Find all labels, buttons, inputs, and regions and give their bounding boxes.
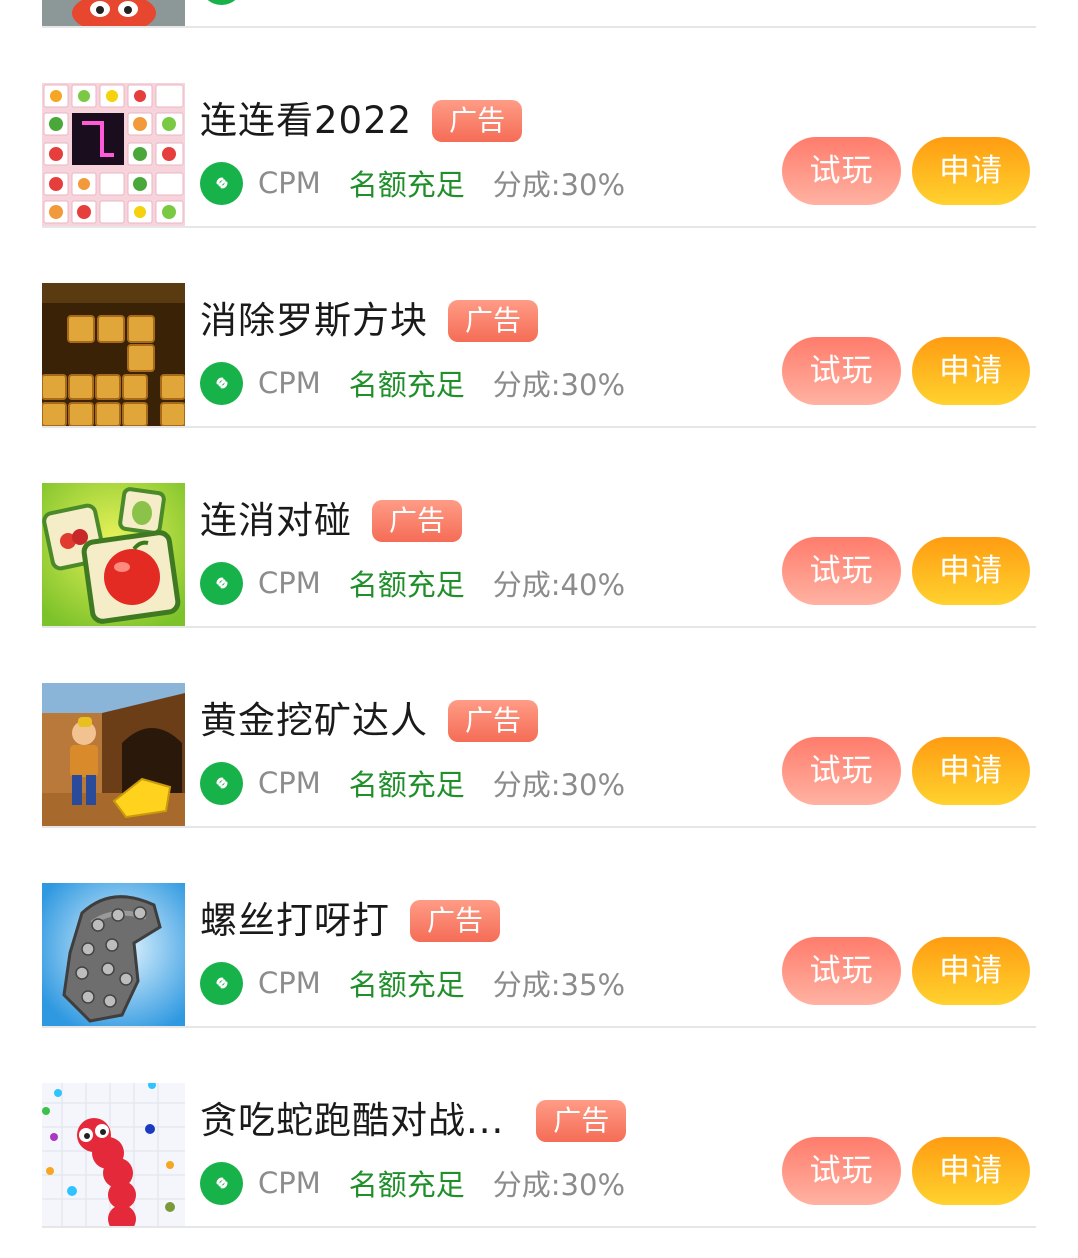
game-title: 消除罗斯方块 [200, 299, 428, 342]
billing-type: CPM [258, 966, 321, 1000]
game-thumbnail[interactable] [42, 0, 185, 26]
billing-type: CPM [258, 766, 321, 800]
title-line: 贪吃蛇跑酷对战... 广告 [200, 1098, 627, 1144]
title-line: 连消对碰 广告 [200, 498, 463, 544]
list-item[interactable]: 黄金挖矿达人 广告 CPM 名额充足 分成:30% 试玩 申请 [42, 628, 1036, 828]
meta-line: CPM 名额充足 分成:30% [200, 1161, 625, 1205]
billing-type: CPM [258, 566, 321, 600]
link-icon [200, 1161, 243, 1205]
revenue-share: 分成:30% [492, 368, 626, 402]
meta-line: CPM 名额充足 分成:30% [200, 761, 625, 805]
revenue-share: 分成:35% [492, 968, 626, 1002]
link-icon [200, 161, 243, 205]
game-thumbnail[interactable] [42, 83, 185, 226]
game-thumbnail[interactable] [42, 883, 185, 1026]
apply-button[interactable]: 申请 [912, 937, 1030, 1005]
game-list: 连连看2022 广告 CPM 名额充足 分成:30% 试玩 申请 消除罗斯方块 … [42, 0, 1036, 1228]
game-thumbnail[interactable] [42, 283, 185, 426]
link-icon [200, 761, 243, 805]
list-item[interactable]: 消除罗斯方块 广告 CPM 名额充足 分成:30% 试玩 申请 [42, 228, 1036, 428]
apply-button[interactable]: 申请 [912, 137, 1030, 205]
revenue-share: 分成:30% [492, 768, 626, 802]
ad-badge: 广告 [536, 1100, 627, 1142]
quota-status: 名额充足 [348, 1168, 465, 1202]
ad-badge: 广告 [448, 300, 539, 342]
link-icon [200, 0, 243, 5]
ad-badge: 广告 [432, 100, 523, 142]
quota-status: 名额充足 [348, 168, 465, 202]
link-icon [200, 361, 243, 405]
link-icon [200, 961, 243, 1005]
game-thumbnail[interactable] [42, 483, 185, 626]
billing-type: CPM [258, 166, 321, 200]
link-icon [200, 561, 243, 605]
try-button[interactable]: 试玩 [782, 537, 901, 605]
meta-line: CPM 名额充足 分成:40% [200, 561, 625, 605]
revenue-share: 分成:30% [492, 1168, 626, 1202]
game-title: 黄金挖矿达人 [200, 699, 428, 742]
list-item[interactable] [42, 0, 1036, 28]
title-line: 黄金挖矿达人 广告 [200, 698, 539, 744]
try-button[interactable]: 试玩 [782, 737, 901, 805]
ad-badge: 广告 [372, 500, 463, 542]
apply-button[interactable]: 申请 [912, 737, 1030, 805]
title-line: 连连看2022 广告 [200, 98, 523, 144]
game-thumbnail[interactable] [42, 1083, 185, 1226]
meta-line [200, 0, 243, 5]
revenue-share: 分成:30% [492, 168, 626, 202]
meta-line: CPM 名额充足 分成:35% [200, 961, 625, 1005]
game-title: 连消对碰 [200, 499, 352, 542]
apply-button[interactable]: 申请 [912, 1137, 1030, 1205]
game-thumbnail[interactable] [42, 683, 185, 826]
game-title: 连连看2022 [200, 99, 413, 142]
try-button[interactable]: 试玩 [782, 337, 901, 405]
apply-button[interactable]: 申请 [912, 537, 1030, 605]
revenue-share: 分成:40% [492, 568, 626, 602]
list-item[interactable]: 连连看2022 广告 CPM 名额充足 分成:30% 试玩 申请 [42, 28, 1036, 228]
try-button[interactable]: 试玩 [782, 937, 901, 1005]
list-item[interactable]: 贪吃蛇跑酷对战... 广告 CPM 名额充足 分成:30% 试玩 申请 [42, 1028, 1036, 1228]
try-button[interactable]: 试玩 [782, 137, 901, 205]
quota-status: 名额充足 [348, 368, 465, 402]
title-line: 消除罗斯方块 广告 [200, 298, 539, 344]
game-title: 螺丝打呀打 [200, 899, 390, 942]
game-title: 贪吃蛇跑酷对战... [200, 1099, 505, 1142]
billing-type: CPM [258, 366, 321, 400]
meta-line: CPM 名额充足 分成:30% [200, 161, 625, 205]
quota-status: 名额充足 [348, 968, 465, 1002]
quota-status: 名额充足 [348, 568, 465, 602]
meta-line: CPM 名额充足 分成:30% [200, 361, 625, 405]
ad-badge: 广告 [448, 700, 539, 742]
ad-badge: 广告 [410, 900, 501, 942]
list-item[interactable]: 螺丝打呀打 广告 CPM 名额充足 分成:35% 试玩 申请 [42, 828, 1036, 1028]
list-item[interactable]: 连消对碰 广告 CPM 名额充足 分成:40% 试玩 申请 [42, 428, 1036, 628]
billing-type: CPM [258, 1166, 321, 1200]
try-button[interactable]: 试玩 [782, 1137, 901, 1205]
apply-button[interactable]: 申请 [912, 337, 1030, 405]
quota-status: 名额充足 [348, 768, 465, 802]
title-line: 螺丝打呀打 广告 [200, 898, 501, 944]
